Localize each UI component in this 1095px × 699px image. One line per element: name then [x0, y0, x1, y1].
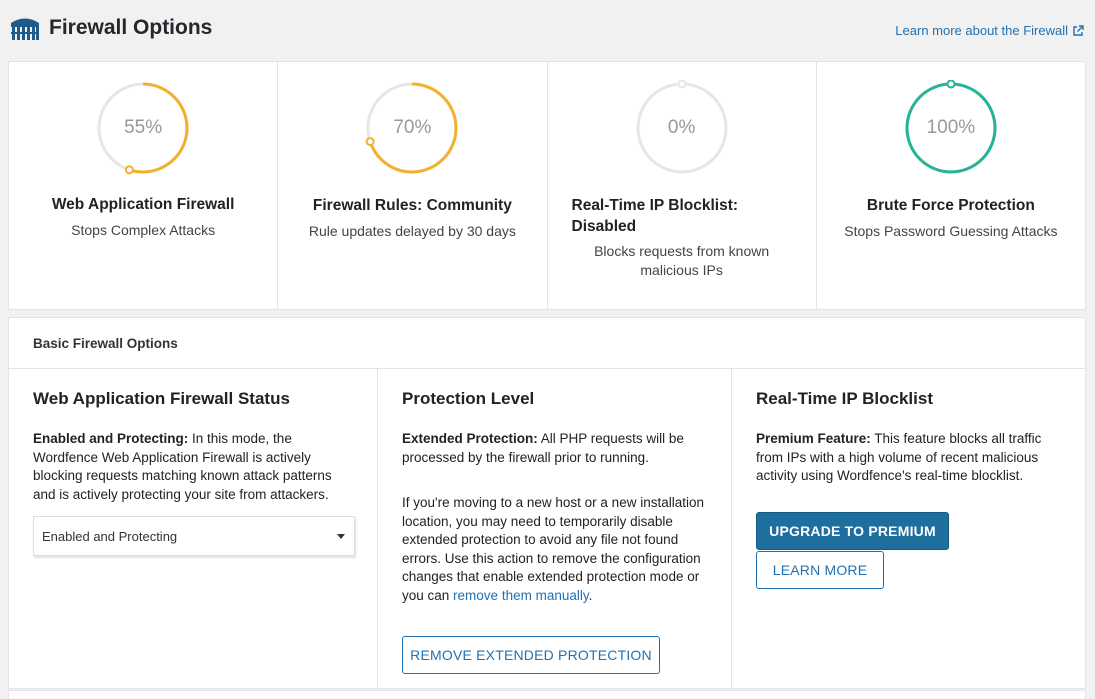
- card-title: Web Application Firewall: [51, 196, 235, 213]
- upgrade-to-premium-button[interactable]: UPGRADE TO PREMIUM: [756, 512, 949, 550]
- protection-level-help: If you're moving to a new host or a new …: [402, 494, 707, 605]
- next-panel-edge: [8, 690, 1086, 699]
- ring-end-marker: [677, 80, 687, 89]
- waf-status-select[interactable]: Enabled and Protecting: [33, 516, 355, 556]
- percent-label: 0%: [667, 117, 696, 138]
- percent-label: 55%: [124, 117, 163, 138]
- protection-level-title: Protection Level: [402, 389, 535, 408]
- card-title: Firewall Rules: Community: [312, 197, 512, 214]
- ring-end-marker: [946, 80, 956, 89]
- learn-more-button[interactable]: LEARN MORE: [756, 551, 884, 589]
- card-subtitle: Stops Password Guessing Attacks: [844, 223, 1058, 239]
- protection-level-help-text: If you're moving to a new host or a new …: [402, 495, 704, 603]
- percent-label: 100%: [926, 117, 976, 138]
- card-subtitle: Stops Complex Attacks: [71, 222, 216, 238]
- status-cards-row: 55% Web Application Firewall Stops Compl…: [8, 61, 1086, 310]
- protection-level-help-end: .: [588, 587, 593, 603]
- external-link-icon: [1072, 24, 1084, 37]
- protection-level-lead: Extended Protection:: [402, 431, 538, 446]
- panel-header[interactable]: Basic Firewall Options: [9, 318, 1085, 369]
- ip-blocklist-description: Premium Feature: This feature blocks all…: [756, 430, 1061, 486]
- remove-extended-protection-button[interactable]: REMOVE EXTENDED PROTECTION: [402, 636, 660, 674]
- status-card-waf[interactable]: 55% Web Application Firewall Stops Compl…: [9, 62, 279, 309]
- status-card-firewall-rules[interactable]: 70% Firewall Rules: Community Rule updat…: [278, 62, 548, 309]
- learn-more-label: Learn more about the Firewall: [895, 23, 1068, 38]
- card-title: Brute Force Protection: [866, 197, 1035, 214]
- protection-level-description: Extended Protection: All PHP requests wi…: [402, 430, 707, 467]
- remove-manually-link[interactable]: remove them manually: [453, 588, 589, 603]
- page-header: Firewall Options Learn more about the Fi…: [0, 0, 1095, 60]
- card-title: Real-Time IP Blocklist: Disabled: [571, 197, 739, 235]
- caret-down-icon: [337, 534, 345, 539]
- waf-status-description: Enabled and Protecting: In this mode, th…: [33, 430, 353, 504]
- protection-level-column: Protection Level Extended Protection: Al…: [378, 369, 732, 689]
- ip-blocklist-title: Real-Time IP Blocklist: [756, 389, 933, 408]
- ring-end-marker: [125, 165, 135, 175]
- percent-label: 70%: [393, 117, 432, 138]
- card-subtitle: Rule updates delayed by 30 days: [308, 223, 516, 239]
- waf-status-lead: Enabled and Protecting:: [33, 431, 189, 446]
- status-card-ip-blocklist[interactable]: 0% Real-Time IP Blocklist: Disabled Bloc…: [548, 62, 817, 309]
- waf-status-title: Web Application Firewall Status: [33, 389, 290, 408]
- status-card-brute-force[interactable]: 100% Brute Force Protection Stops Passwo…: [817, 62, 1085, 309]
- learn-more-link[interactable]: Learn more about the Firewall: [895, 23, 1084, 38]
- waf-status-select-value: Enabled and Protecting: [42, 529, 178, 544]
- ip-blocklist-lead: Premium Feature:: [756, 431, 871, 446]
- wordfence-logo-icon: [9, 15, 41, 41]
- waf-status-column: Web Application Firewall Status Enabled …: [9, 369, 378, 689]
- basic-firewall-options-panel: Basic Firewall Options Web Application F…: [8, 317, 1086, 689]
- page-title: Firewall Options: [49, 16, 213, 39]
- card-subtitle: Blocks requests from known malicious IPs: [594, 243, 770, 278]
- ip-blocklist-column: Real-Time IP Blocklist Premium Feature: …: [732, 369, 1085, 689]
